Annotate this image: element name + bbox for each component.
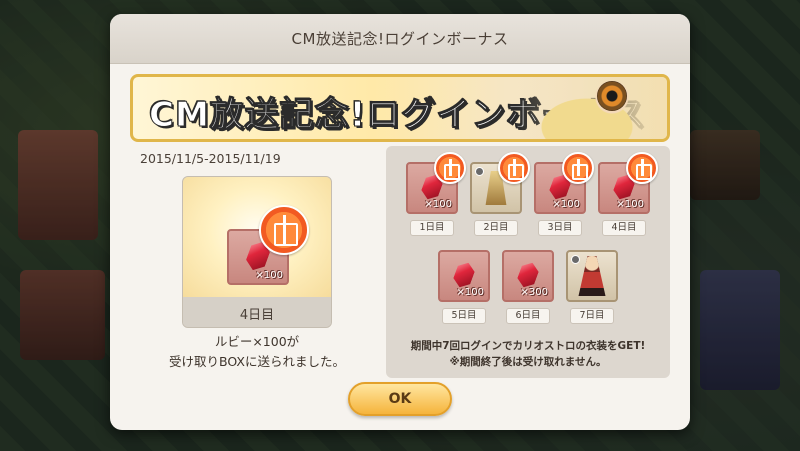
- reward-item: [566, 250, 618, 302]
- day-label: 6日目: [506, 308, 550, 324]
- item-quantity: ×100: [616, 199, 644, 210]
- background-tower: [20, 270, 105, 360]
- today-day-label: 4日目: [183, 297, 331, 327]
- item-quantity: ×100: [424, 199, 452, 210]
- item-quantity: ×100: [456, 287, 484, 298]
- item-quantity: ×300: [520, 287, 548, 298]
- dialog-title: CM放送記念!ログインボーナス: [110, 14, 690, 64]
- today-reward-card: ×100 4日目: [182, 176, 332, 328]
- info-icon: [475, 167, 484, 176]
- background-tower: [690, 130, 760, 200]
- note-line: 期間中7回ログインでカリオストロの衣装をGET!: [410, 340, 646, 352]
- calendar-day-1: ×100 1日目: [404, 152, 466, 236]
- calendar-day-5: ×100 5日目: [436, 250, 492, 324]
- day-label: 4日目: [602, 220, 646, 236]
- login-calendar: ×100 1日目 2日目 ×100 3日目 ×100 4日目 ×100 5日目 …: [386, 146, 670, 378]
- event-banner: CM放送記念!ログインボーナス: [130, 74, 670, 142]
- reward-item: ×100: [438, 250, 490, 302]
- day-label: 1日目: [410, 220, 454, 236]
- outfit-icon: [578, 256, 606, 296]
- login-bonus-dialog: CM放送記念!ログインボーナス CM放送記念!ログインボーナス 2015/11/…: [110, 14, 690, 430]
- item-quantity: ×100: [552, 199, 580, 210]
- calendar-day-4: ×100 4日目: [596, 152, 658, 236]
- gift-received-icon: [434, 152, 466, 184]
- event-period: 2015/11/5-2015/11/19: [140, 151, 281, 166]
- message-line: ルビー×100が: [214, 334, 300, 349]
- calendar-day-2: 2日目: [468, 152, 530, 236]
- info-icon: [571, 255, 580, 264]
- gift-received-icon: [259, 205, 309, 255]
- ruby-icon: [515, 260, 541, 291]
- day-label: 5日目: [442, 308, 486, 324]
- gift-received-icon: [498, 152, 530, 184]
- calendar-day-7: 7日目: [564, 250, 620, 324]
- gift-received-icon: [626, 152, 658, 184]
- reward-glow: ×100: [183, 177, 331, 297]
- goggle-icon: [597, 81, 627, 111]
- calendar-note: 期間中7回ログインでカリオストロの衣装をGET! ※期間終了後は受け取れません。: [386, 338, 670, 370]
- background-tower: [18, 130, 98, 240]
- ok-button[interactable]: OK: [348, 382, 452, 416]
- ruby-icon: [451, 260, 477, 291]
- message-line: 受け取りBOXに送られました。: [169, 354, 345, 369]
- note-line: ※期間終了後は受け取れません。: [449, 356, 607, 368]
- item-quantity: ×100: [255, 270, 283, 281]
- day-label: 7日目: [570, 308, 614, 324]
- day-label: 2日目: [474, 220, 518, 236]
- background-tower: [700, 270, 780, 390]
- calendar-day-3: ×100 3日目: [532, 152, 594, 236]
- character-illustration: [517, 77, 667, 139]
- received-message: ルビー×100が 受け取りBOXに送られました。: [150, 332, 364, 372]
- calendar-day-6: ×300 6日目: [500, 250, 556, 324]
- reward-item: ×300: [502, 250, 554, 302]
- day-label: 3日目: [538, 220, 582, 236]
- gift-received-icon: [562, 152, 594, 184]
